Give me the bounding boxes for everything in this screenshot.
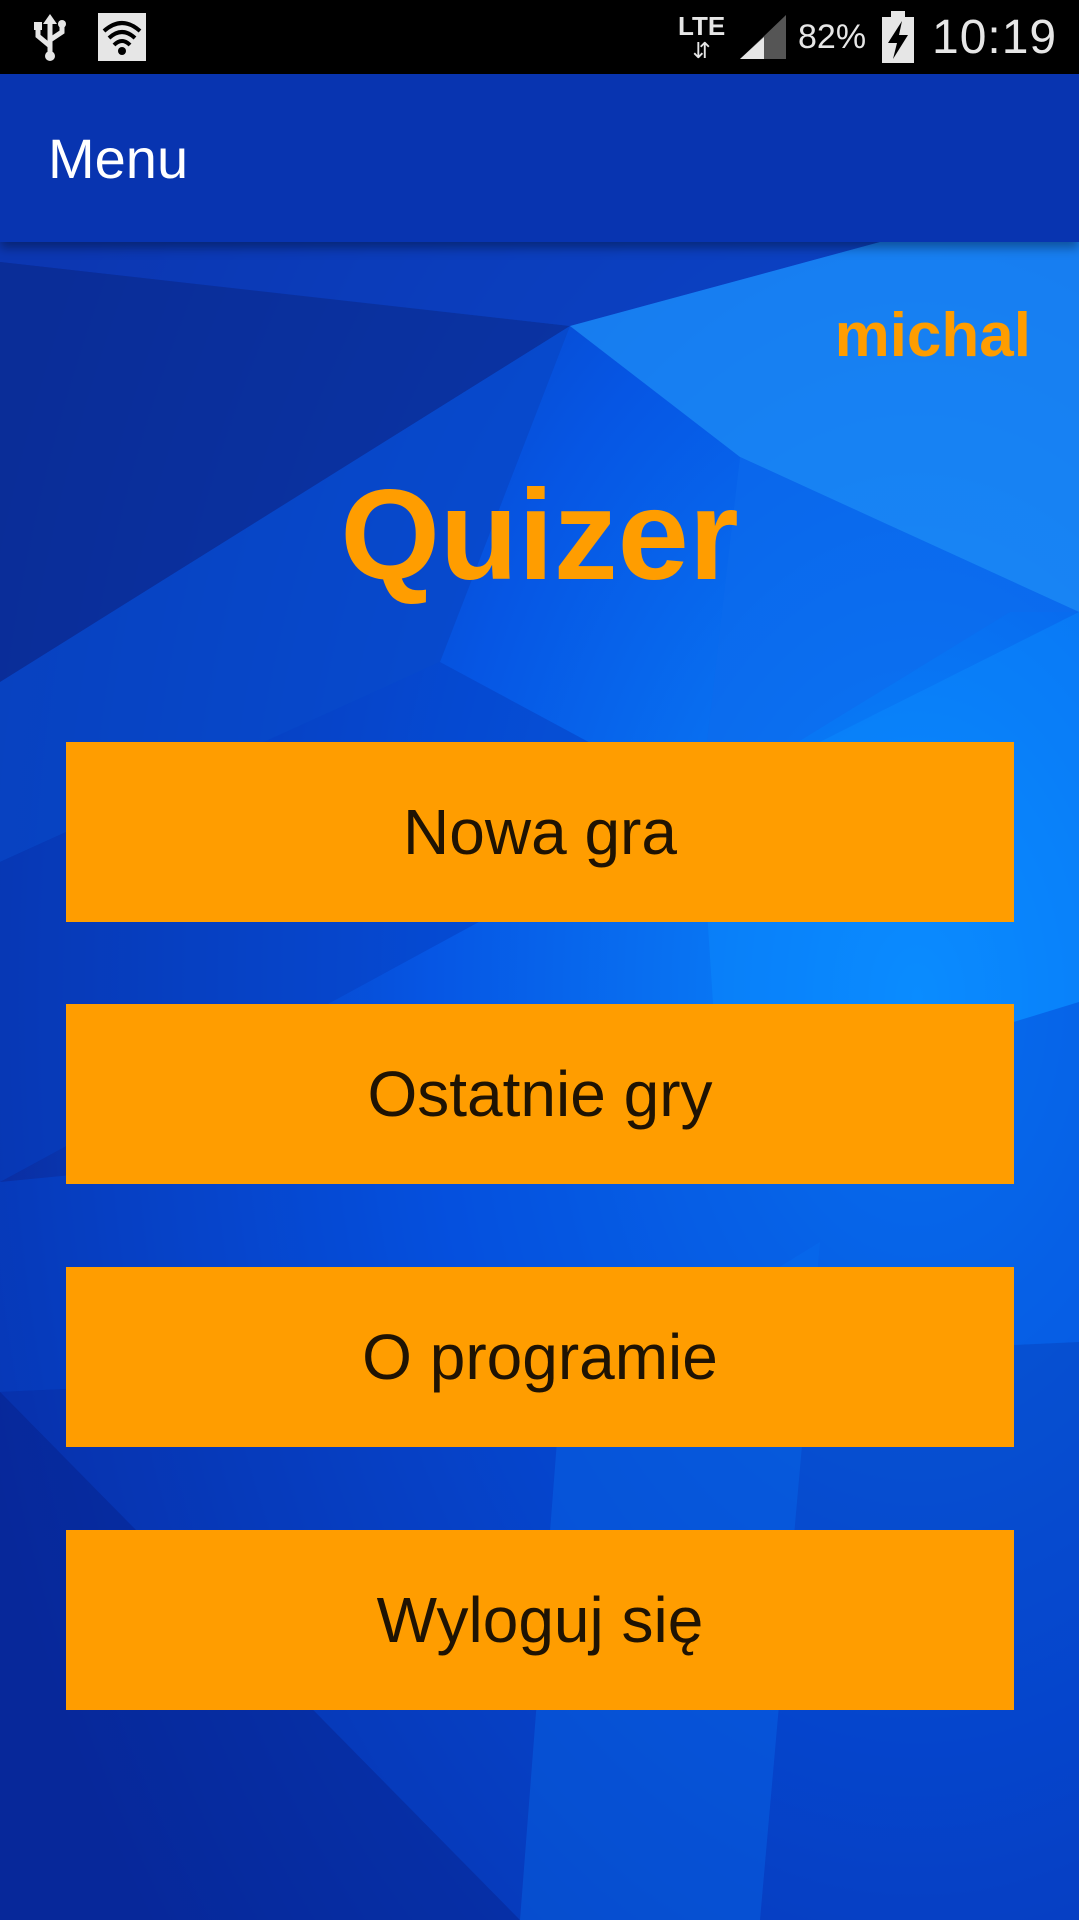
signal-icon	[738, 0, 788, 74]
app-title: Quizer	[340, 464, 739, 607]
battery-percent: 82%	[798, 17, 867, 56]
username-label: michal	[834, 301, 1031, 370]
battery-charging-icon	[880, 0, 916, 74]
recent-games-button[interactable]: Ostatnie gry	[66, 1004, 1014, 1184]
logout-button[interactable]: Wyloguj się	[66, 1530, 1014, 1710]
app-bar: Menu	[0, 74, 1079, 242]
about-button[interactable]: O programie	[66, 1267, 1014, 1447]
clock: 10:19	[932, 10, 1058, 64]
status-bar: LTE ⇵ 82% 10:19	[0, 0, 1079, 74]
lte-icon: LTE ⇵	[678, 0, 725, 74]
usb-icon	[30, 0, 70, 74]
wifi-icon	[98, 0, 146, 74]
screen: LTE ⇵ 82% 10:19 Menu michal Quizer Nowa …	[0, 0, 1079, 1920]
data-arrows-icon: ⇵	[692, 38, 711, 63]
network-type-label: LTE	[678, 11, 726, 41]
new-game-button[interactable]: Nowa gra	[66, 742, 1014, 922]
app-bar-title: Menu	[48, 127, 189, 190]
